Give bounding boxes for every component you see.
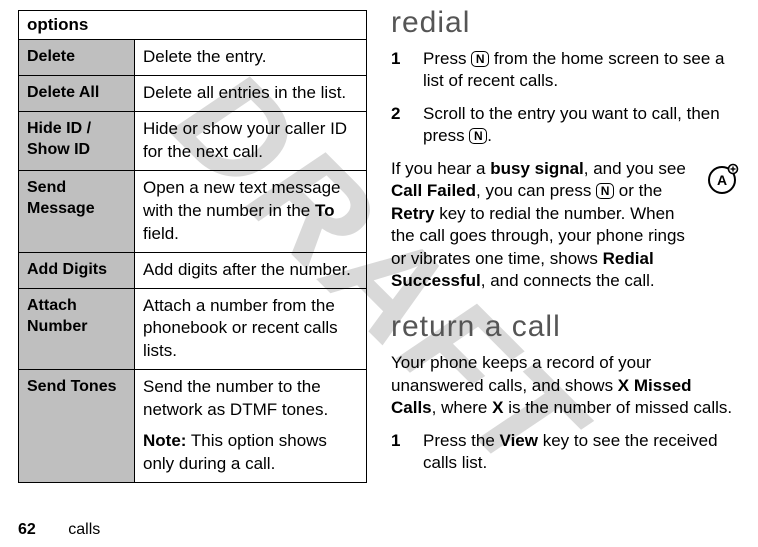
- return-call-paragraph: Your phone keeps a record of your unansw…: [391, 352, 740, 419]
- key-icon: N: [469, 128, 487, 144]
- option-name: Delete All: [19, 75, 135, 111]
- auto-redial-icon: A: [704, 160, 740, 196]
- section-label: calls: [68, 521, 100, 538]
- table-row: Send Message Open a new text message wit…: [19, 170, 367, 252]
- busy-signal-paragraph: If you hear a busy signal, and you see C…: [391, 158, 740, 293]
- heading-return-call: return a call: [391, 310, 740, 344]
- option-name: Delete: [19, 40, 135, 76]
- option-name: Send Tones: [19, 370, 135, 483]
- option-desc: Send the number to the network as DTMF t…: [135, 370, 367, 483]
- page-footer: 62 calls: [18, 521, 100, 539]
- return-step-1: 1 Press the View key to see the received…: [391, 430, 740, 475]
- table-row: Attach Number Attach a number from the p…: [19, 288, 367, 370]
- step-text: Scroll to the entry you want to call, th…: [423, 103, 740, 148]
- step-number: 1: [391, 430, 405, 475]
- table-row: Add Digits Add digits after the number.: [19, 252, 367, 288]
- left-column: options Delete Delete the entry. Delete …: [18, 10, 367, 485]
- step-1: 1 Press N from the home screen to see a …: [391, 48, 740, 93]
- page-content: options Delete Delete the entry. Delete …: [0, 0, 758, 485]
- table-row: Hide ID / Show ID Hide or show your call…: [19, 111, 367, 170]
- option-desc: Open a new text message with the number …: [135, 170, 367, 252]
- option-name: Hide ID / Show ID: [19, 111, 135, 170]
- table-row: Delete All Delete all entries in the lis…: [19, 75, 367, 111]
- step-number: 2: [391, 103, 405, 148]
- options-table: options Delete Delete the entry. Delete …: [18, 10, 367, 483]
- step-2: 2 Scroll to the entry you want to call, …: [391, 103, 740, 148]
- table-row: Send Tones Send the number to the networ…: [19, 370, 367, 483]
- option-desc: Add digits after the number.: [135, 252, 367, 288]
- option-desc: Delete all entries in the list.: [135, 75, 367, 111]
- option-desc: Delete the entry.: [135, 40, 367, 76]
- heading-redial: redial: [391, 6, 740, 40]
- option-name: Add Digits: [19, 252, 135, 288]
- option-desc: Attach a number from the phonebook or re…: [135, 288, 367, 370]
- option-name: Attach Number: [19, 288, 135, 370]
- table-row: Delete Delete the entry.: [19, 40, 367, 76]
- option-name: Send Message: [19, 170, 135, 252]
- step-number: 1: [391, 48, 405, 93]
- options-header: options: [19, 11, 367, 40]
- step-text: Press the View key to see the received c…: [423, 430, 740, 475]
- key-icon: N: [596, 183, 614, 199]
- key-icon: N: [471, 51, 489, 67]
- step-text: Press N from the home screen to see a li…: [423, 48, 740, 93]
- right-column: redial 1 Press N from the home screen to…: [391, 10, 740, 485]
- option-desc: Hide or show your caller ID for the next…: [135, 111, 367, 170]
- svg-text:A: A: [717, 172, 727, 188]
- page-number: 62: [18, 521, 36, 538]
